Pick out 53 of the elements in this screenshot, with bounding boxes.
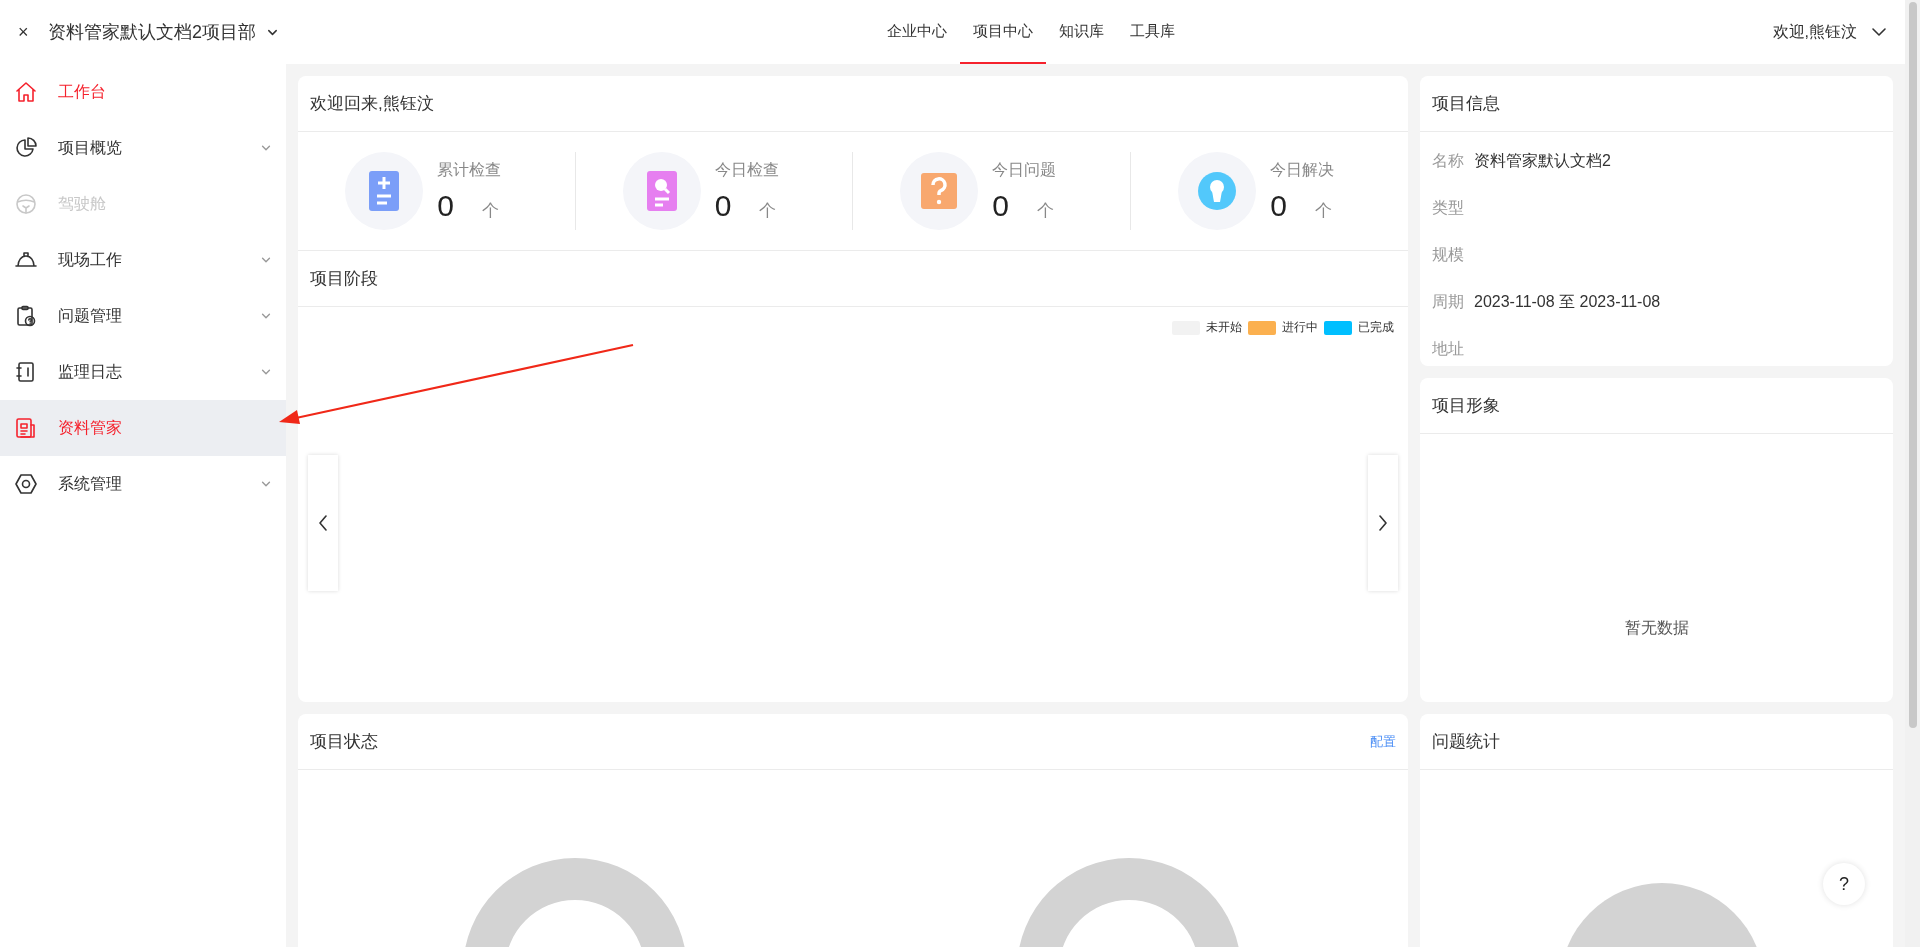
sidebar-item[interactable]: 现场工作	[0, 232, 286, 288]
clipboard-question-icon	[14, 304, 38, 328]
stat-unit: 个	[1314, 199, 1332, 222]
field-label: 类型	[1432, 198, 1464, 218]
stat-value: 0	[714, 188, 732, 223]
sidebar-item[interactable]: 监理日志	[0, 344, 286, 400]
field-value: 资料管家默认文档2	[1474, 151, 1611, 171]
stat-unit: 个	[759, 199, 777, 222]
stat-label: 今日问题	[992, 159, 1058, 180]
document-icon	[14, 416, 38, 440]
legend-label: 未开始	[1206, 319, 1242, 336]
legend-label: 进行中	[1282, 319, 1318, 336]
card-title: 欢迎回来,熊钰汶	[310, 93, 434, 115]
card-title: 项目形象	[1432, 395, 1500, 417]
sidebar-item[interactable]: 资料管家	[0, 400, 286, 456]
sidebar-item[interactable]: 工作台	[0, 64, 286, 120]
user-menu[interactable]: 欢迎,熊钰汶	[1772, 21, 1887, 43]
home-icon	[14, 80, 38, 104]
field-label: 名称	[1432, 151, 1464, 171]
chevron-right-icon	[1379, 515, 1387, 531]
nav-tab[interactable]: 工具库	[1117, 0, 1188, 64]
stat-value: 0	[437, 188, 454, 223]
nav-tab[interactable]: 企业中心	[874, 0, 960, 64]
stat-unit: 个	[1036, 199, 1054, 222]
card-title: 问题统计	[1432, 731, 1500, 753]
legend-label: 已完成	[1358, 319, 1394, 336]
card-title: 项目阶段	[298, 251, 1408, 307]
stat-label: 累计检查	[437, 159, 503, 180]
steering-wheel-icon	[14, 192, 38, 216]
nav-tab[interactable]: 项目中心	[960, 0, 1046, 64]
stat-unit: 个	[481, 199, 499, 222]
field-value: 2023-11-08 至 2023-11-08	[1474, 292, 1661, 312]
empty-state-text: 暂无数据	[1624, 617, 1689, 638]
project-switcher[interactable]: 资料管家默认文档2项目部	[48, 20, 279, 44]
nav-tab[interactable]: 知识库	[1046, 0, 1117, 64]
field-label: 规模	[1432, 245, 1464, 265]
card-title: 项目状态	[310, 731, 378, 753]
pie-chart-icon	[14, 136, 38, 160]
sidebar-item[interactable]: 问题管理	[0, 288, 286, 344]
stat-value: 0	[1270, 188, 1287, 223]
stat-label: 今日解决	[1270, 159, 1336, 180]
card-title: 项目信息	[1432, 93, 1500, 115]
sidebar-item[interactable]: 项目概览	[0, 120, 286, 176]
stat-value: 0	[992, 188, 1009, 223]
close-button[interactable]: ×	[18, 21, 48, 43]
chevron-left-icon	[319, 515, 327, 531]
hexagon-nut-icon	[14, 472, 38, 496]
field-label: 地址	[1432, 339, 1464, 359]
next-button[interactable]	[1368, 455, 1398, 591]
field-label: 周期	[1432, 292, 1464, 312]
stat-label: 今日检查	[714, 159, 780, 180]
sidebar-item[interactable]: 系统管理	[0, 456, 286, 512]
previous-button[interactable]	[308, 455, 338, 591]
